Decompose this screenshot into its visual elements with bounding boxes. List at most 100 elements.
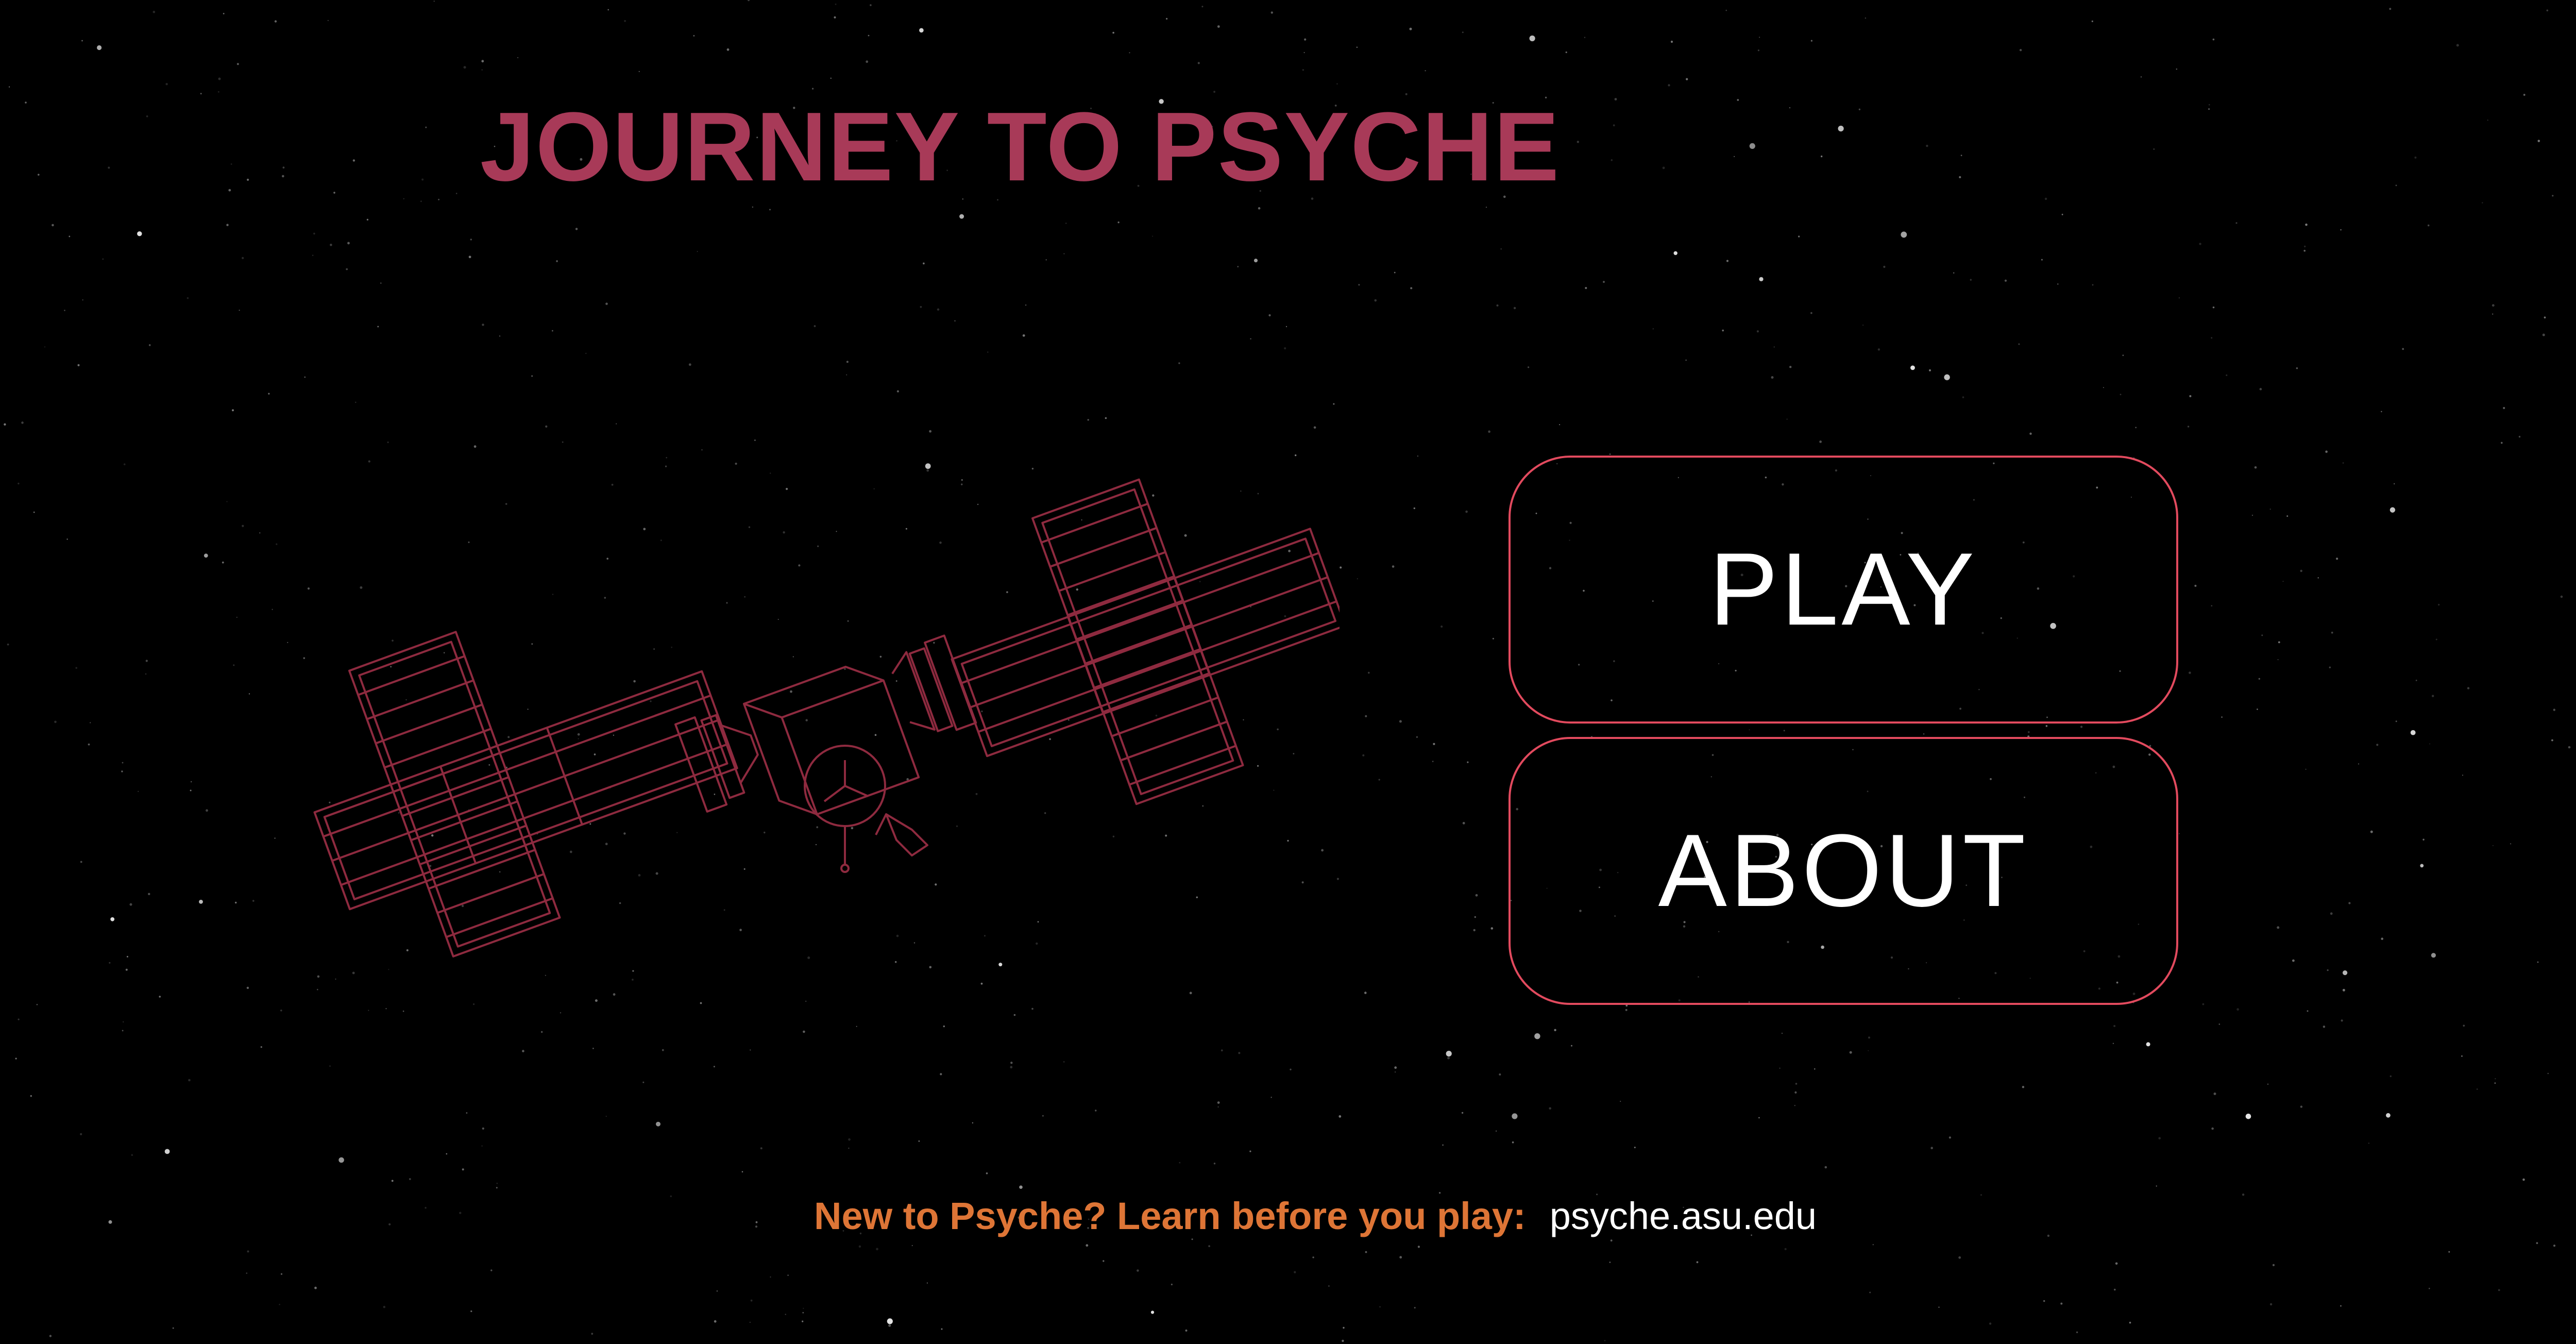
star bbox=[18, 482, 20, 484]
star bbox=[911, 1245, 913, 1246]
star bbox=[1865, 17, 1867, 19]
star bbox=[755, 1221, 758, 1223]
star bbox=[468, 256, 471, 258]
star bbox=[1849, 1051, 1852, 1054]
star bbox=[236, 616, 238, 618]
star bbox=[1340, 566, 1342, 569]
star bbox=[585, 352, 587, 354]
star bbox=[1087, 419, 1089, 421]
star bbox=[1958, 1256, 1961, 1259]
star bbox=[2542, 333, 2545, 337]
star bbox=[145, 673, 147, 675]
star bbox=[330, 243, 332, 246]
star bbox=[866, 60, 869, 63]
play-button[interactable]: PLAY bbox=[1509, 456, 2178, 724]
star bbox=[2282, 581, 2284, 582]
star bbox=[1465, 510, 1468, 513]
star bbox=[1883, 265, 1886, 268]
star bbox=[616, 423, 617, 425]
star bbox=[624, 20, 626, 22]
star bbox=[2091, 20, 2093, 23]
star bbox=[1395, 1071, 1396, 1073]
star bbox=[1217, 25, 1220, 28]
star bbox=[2226, 374, 2228, 376]
star bbox=[347, 242, 350, 245]
star bbox=[2546, 9, 2549, 12]
star bbox=[191, 781, 192, 783]
star bbox=[481, 69, 483, 71]
star bbox=[1258, 207, 1261, 210]
star bbox=[1399, 1256, 1402, 1259]
star bbox=[2135, 427, 2137, 428]
star bbox=[4, 423, 6, 426]
star bbox=[1025, 304, 1027, 306]
star bbox=[1268, 314, 1271, 316]
star bbox=[1749, 729, 1750, 731]
star bbox=[21, 421, 24, 424]
star bbox=[802, 1312, 804, 1314]
star bbox=[1814, 1068, 1816, 1070]
star bbox=[1948, 1136, 1951, 1139]
star bbox=[52, 224, 54, 227]
star bbox=[1759, 277, 1764, 281]
star bbox=[2327, 969, 2329, 971]
star bbox=[2029, 432, 2032, 435]
star bbox=[482, 1127, 484, 1130]
star bbox=[2257, 709, 2258, 710]
star bbox=[1759, 37, 1760, 38]
star bbox=[1336, 83, 1338, 85]
star bbox=[218, 77, 221, 80]
star bbox=[2395, 720, 2397, 723]
star bbox=[403, 198, 404, 199]
star bbox=[1217, 1101, 1220, 1104]
star bbox=[1112, 31, 1114, 34]
star bbox=[714, 1320, 717, 1323]
star bbox=[2432, 695, 2434, 697]
star bbox=[2267, 1083, 2268, 1085]
star bbox=[383, 1306, 385, 1308]
star bbox=[1529, 35, 1535, 42]
star bbox=[986, 1172, 988, 1174]
star bbox=[1944, 374, 1950, 380]
psyche-website-link[interactable]: psyche.asu.edu bbox=[1550, 1197, 1817, 1235]
star bbox=[276, 543, 278, 545]
star bbox=[2358, 763, 2360, 765]
star bbox=[1620, 1101, 1621, 1102]
star bbox=[545, 425, 548, 428]
star bbox=[54, 720, 57, 724]
star bbox=[522, 1050, 524, 1052]
star bbox=[327, 20, 329, 21]
star bbox=[470, 1310, 472, 1313]
star bbox=[1559, 424, 1561, 426]
star bbox=[2120, 394, 2122, 395]
star bbox=[2305, 768, 2307, 770]
star bbox=[926, 1282, 928, 1284]
star bbox=[1362, 754, 1365, 757]
star bbox=[1499, 1073, 1501, 1076]
star bbox=[556, 260, 558, 262]
star bbox=[531, 375, 533, 377]
star bbox=[1129, 52, 1130, 54]
star bbox=[313, 232, 315, 235]
star bbox=[2422, 838, 2425, 841]
star bbox=[2236, 1008, 2239, 1011]
star bbox=[496, 1187, 498, 1189]
star bbox=[1798, 236, 1800, 238]
star bbox=[66, 539, 68, 540]
star bbox=[2429, 1287, 2430, 1289]
star bbox=[391, 1180, 394, 1182]
star bbox=[656, 1121, 660, 1127]
star bbox=[741, 1171, 743, 1173]
star bbox=[2061, 213, 2063, 215]
star bbox=[920, 306, 922, 308]
star bbox=[425, 1207, 427, 1209]
star bbox=[2537, 140, 2540, 142]
star bbox=[2080, 726, 2083, 728]
star bbox=[1166, 18, 1168, 20]
star bbox=[380, 282, 382, 284]
about-button[interactable]: ABOUT bbox=[1509, 737, 2178, 1005]
star bbox=[2047, 1234, 2050, 1237]
star bbox=[2330, 912, 2333, 915]
star bbox=[2348, 902, 2351, 904]
star bbox=[750, 1049, 751, 1051]
